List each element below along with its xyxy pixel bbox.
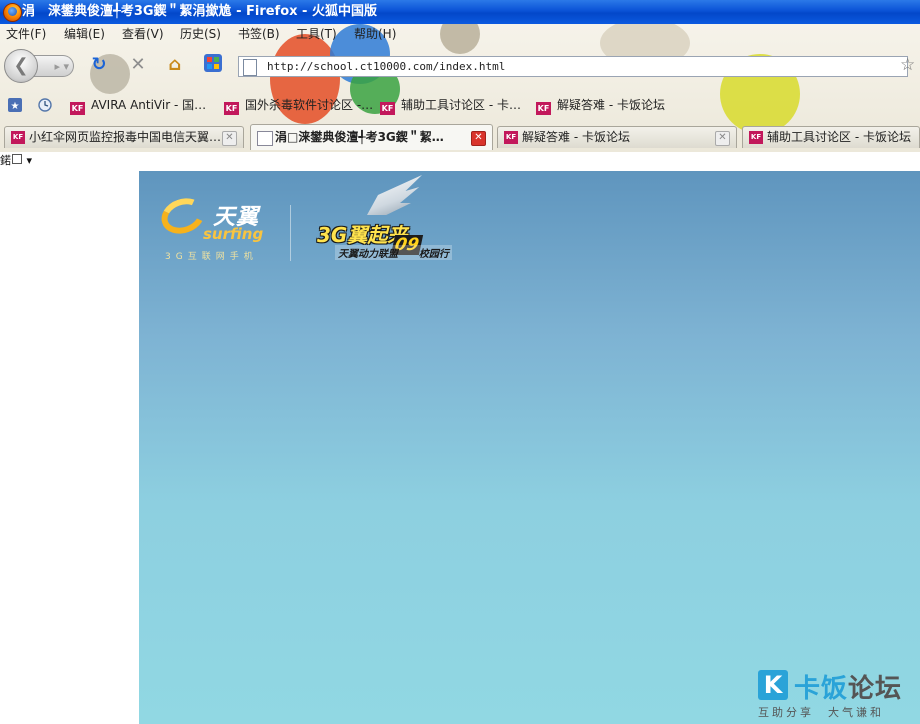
firefox-logo-icon bbox=[3, 3, 22, 22]
broken-image-placeholder: 鍩 ▾ bbox=[0, 154, 32, 168]
stop-icon: ✕ bbox=[130, 54, 146, 75]
navigation-toolbar: ▸ ▾ ❮ ↻ ✕ ⌂ ☆ bbox=[0, 46, 920, 86]
wing-icon bbox=[367, 175, 422, 215]
bookmark-item[interactable]: KF 国外杀毒软件讨论区 -… bbox=[224, 96, 374, 115]
forward-button[interactable]: ▸ ▾ bbox=[34, 55, 74, 77]
page-icon bbox=[243, 59, 257, 76]
slogan-sub-text: 天翼动力联盟 bbox=[338, 249, 398, 260]
stop-button[interactable]: ✕ bbox=[127, 54, 149, 76]
watermark-name: 卡饭论坛 bbox=[794, 668, 902, 705]
slogan-tail-text: 校园行 bbox=[418, 249, 449, 260]
logo-divider bbox=[290, 205, 291, 261]
bookmark-star-icon[interactable]: ☆ bbox=[900, 55, 915, 75]
broken-image-icon bbox=[12, 154, 22, 164]
window-title-bar: 涓 涞鐢典俊澶╃考3G鍥＂絜涓撳尯 - Firefox - 火狐中国版 bbox=[0, 0, 920, 24]
menu-view[interactable]: 查看(V) bbox=[122, 24, 164, 44]
kafan-favicon-icon: KF bbox=[70, 102, 85, 115]
home-button[interactable]: ⌂ bbox=[164, 54, 186, 76]
back-arrow-icon: ❮ bbox=[13, 55, 29, 76]
menu-bar: 文件(F) 编辑(E) 查看(V) 历史(S) 书签(B) 工具(T) 帮助(H… bbox=[0, 24, 920, 44]
promo-banner: 天翼 surfing 3G互联网手机 3G翼起来 09 天翼动力联盟 校园行 bbox=[139, 171, 920, 724]
menu-bookmarks[interactable]: 书签(B) bbox=[238, 24, 280, 44]
bookmarks-toolbar: ★ KF AVIRA AntiVir - 国… KF 国外杀毒软件讨论区 -… KF… bbox=[0, 94, 920, 116]
page-content: 鍩 ▾ 天翼 surfing 3G互联网手机 3G翼起来 09 天翼动力联盟 校… bbox=[0, 152, 920, 724]
bookmark-item[interactable]: KF AVIRA AntiVir - 国… bbox=[70, 96, 207, 115]
close-tab-icon[interactable]: ✕ bbox=[222, 131, 237, 146]
tab-label: 解疑答难 - 卡饭论坛 bbox=[522, 130, 630, 144]
address-bar[interactable] bbox=[238, 56, 908, 77]
kafan-favicon-icon: KF bbox=[224, 102, 239, 115]
history-clock-icon[interactable] bbox=[38, 98, 52, 112]
kafan-favicon-icon: KF bbox=[504, 131, 518, 144]
home-icon: ⌂ bbox=[168, 54, 182, 75]
menu-file[interactable]: 文件(F) bbox=[6, 24, 46, 44]
back-button[interactable]: ❮ bbox=[4, 49, 38, 83]
broken-image-suffix: ▾ bbox=[26, 154, 33, 167]
close-tab-icon[interactable]: ✕ bbox=[471, 131, 486, 146]
bookmark-label: 辅助工具讨论区 - 卡… bbox=[401, 98, 521, 112]
page-favicon-icon bbox=[257, 131, 273, 146]
reload-button[interactable]: ↻ bbox=[88, 54, 110, 76]
kafan-favicon-icon: KF bbox=[536, 102, 551, 115]
window-title: 涓 涞鐢典俊澶╃考3G鍥＂絜涓撳尯 - Firefox - 火狐中国版 bbox=[22, 4, 377, 19]
brand-name-en: surfing bbox=[203, 225, 264, 243]
tab-item[interactable]: KF 辅助工具讨论区 - 卡饭论坛 bbox=[742, 126, 920, 148]
windows-flag-icon bbox=[204, 54, 222, 72]
bookmark-label: 解疑答难 - 卡饭论坛 bbox=[557, 98, 665, 112]
bookmarks-menu-icon[interactable]: ★ bbox=[8, 98, 22, 112]
surfing-logo-icon bbox=[156, 192, 210, 240]
kafan-favicon-icon: KF bbox=[749, 131, 763, 144]
menu-help[interactable]: 帮助(H) bbox=[354, 24, 396, 44]
url-input[interactable] bbox=[267, 58, 887, 75]
kafan-favicon-icon: KF bbox=[11, 131, 25, 144]
tab-item-active[interactable]: 涓□涞鐢典俊澶╃考3G鍥＂絜… ✕ bbox=[250, 124, 493, 150]
tab-item[interactable]: KF 小红伞网页监控报毒中国电信天翼… ✕ bbox=[4, 126, 244, 148]
close-tab-icon[interactable]: ✕ bbox=[715, 131, 730, 146]
browser-chrome: 文件(F) 编辑(E) 查看(V) 历史(S) 书签(B) 工具(T) 帮助(H… bbox=[0, 24, 920, 152]
menu-edit[interactable]: 编辑(E) bbox=[64, 24, 105, 44]
bookmark-item[interactable]: KF 解疑答难 - 卡饭论坛 bbox=[536, 96, 665, 115]
svg-text:★: ★ bbox=[11, 101, 20, 112]
tab-label: 辅助工具讨论区 - 卡饭论坛 bbox=[767, 130, 911, 144]
slogan-sub: 天翼动力联盟 校园行 bbox=[335, 245, 452, 260]
tab-strip: KF 小红伞网页监控报毒中国电信天翼… ✕ 涓□涞鐢典俊澶╃考3G鍥＂絜… ✕ … bbox=[0, 124, 920, 152]
tab-label: 涓□涞鐢典俊澶╃考3G鍥＂絜… bbox=[275, 130, 444, 144]
bookmark-label: 国外杀毒软件讨论区 -… bbox=[245, 98, 374, 112]
menu-tools[interactable]: 工具(T) bbox=[296, 24, 337, 44]
kafan-watermark: K 卡饭论坛 互助分享 大气谦和 bbox=[758, 670, 918, 722]
menu-history[interactable]: 历史(S) bbox=[180, 24, 221, 44]
watermark-name-b: 论坛 bbox=[848, 674, 903, 704]
kafan-favicon-icon: KF bbox=[380, 102, 395, 115]
brand-subtitle: 3G互联网手机 bbox=[165, 252, 258, 262]
tab-label: 小红伞网页监控报毒中国电信天翼… bbox=[29, 130, 222, 144]
windows-update-button[interactable] bbox=[202, 54, 224, 76]
kafan-logo-icon: K bbox=[758, 670, 788, 700]
forward-arrow-icon: ▸ ▾ bbox=[54, 60, 69, 73]
watermark-tagline: 互助分享 大气谦和 bbox=[758, 706, 884, 719]
broken-image-text: 鍩 bbox=[0, 154, 11, 167]
tab-item[interactable]: KF 解疑答难 - 卡饭论坛 ✕ bbox=[497, 126, 737, 148]
watermark-name-a: 卡饭 bbox=[794, 674, 849, 704]
bookmark-label: AVIRA AntiVir - 国… bbox=[91, 98, 207, 112]
bookmark-item[interactable]: KF 辅助工具讨论区 - 卡… bbox=[380, 96, 521, 115]
reload-icon: ↻ bbox=[91, 54, 107, 75]
